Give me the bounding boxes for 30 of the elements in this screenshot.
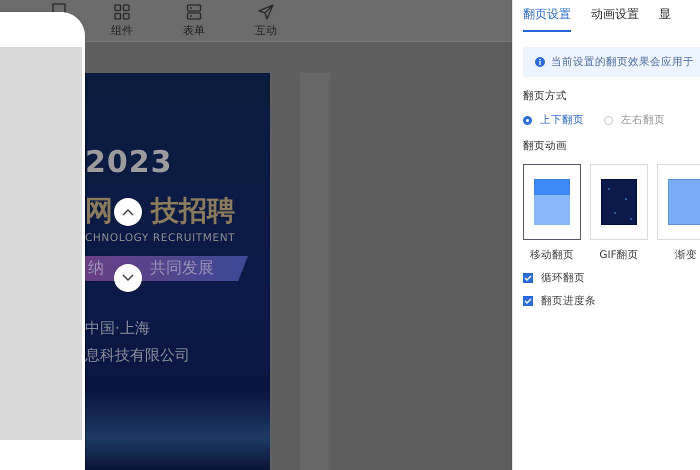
starfield-thumbnail (601, 179, 637, 225)
poster-slogan: 纳 (88, 258, 104, 279)
section-label: 翻页方式 (523, 89, 568, 103)
grid-icon (114, 4, 130, 20)
checkbox-option[interactable]: 循环翻页 (523, 271, 700, 285)
notice-text: 当前设置的翻页效果会应用于 (551, 55, 694, 69)
slide-thumbnail (534, 179, 570, 225)
settings-tab[interactable]: 显 (659, 6, 671, 32)
poster-year: 2023 (85, 145, 172, 180)
checkbox-option[interactable]: 翻页进度条 (523, 294, 700, 308)
animation-option[interactable]: GIF翻页 (590, 164, 648, 262)
form-icon (186, 4, 202, 20)
settings-tab[interactable]: 动画设置 (591, 6, 639, 32)
image-icon[interactable] (52, 3, 66, 13)
info-icon (535, 57, 545, 67)
send-icon (258, 4, 274, 20)
chevron-down-icon (122, 274, 134, 282)
animation-option[interactable]: 渐变 (657, 164, 700, 262)
settings-tab[interactable]: 翻页设置 (523, 6, 571, 32)
poster-headline: 网 (85, 193, 113, 229)
fade-thumbnail (668, 179, 700, 225)
poster-slogan: 共同发展 (150, 258, 214, 279)
poster-company: 息科技有限公司 (85, 346, 190, 365)
radio-option[interactable]: 上下翻页 (523, 113, 584, 127)
poster-location: 中国·上海 (85, 319, 150, 338)
chevron-up-icon (122, 208, 134, 216)
poster-subtitle: CHNOLOGY RECRUITMENT (85, 232, 236, 244)
poster-headline: 技招聘 (151, 193, 235, 229)
section-label: 翻页动画 (523, 139, 568, 153)
animation-option[interactable]: 移动翻页 (523, 164, 581, 262)
